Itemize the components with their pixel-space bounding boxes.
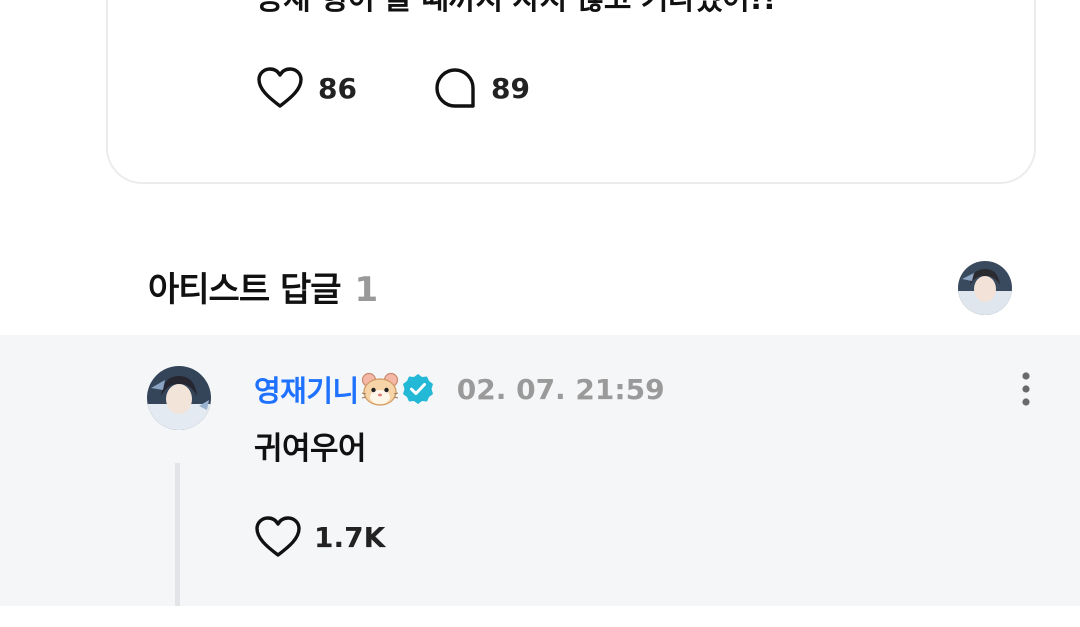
avatar-image [958, 261, 1012, 315]
reply-actions: 1.7K [254, 513, 385, 561]
post-card: 용재 형이 올 때까지 자지 않고 기다렸어!! 86 89 [106, 0, 1036, 184]
section-title: 아티스트 답글 [148, 270, 342, 310]
post-comment-count: 89 [490, 71, 530, 105]
heart-outline-icon [255, 516, 301, 557]
more-options-button[interactable] [1010, 369, 1042, 409]
verified-badge-icon [402, 374, 433, 404]
reply-like-count: 1.7K [314, 520, 386, 554]
thread-line [175, 463, 180, 606]
artist-reply-header: 아티스트 답글 1 [148, 262, 378, 311]
speech-bubble-outline-icon [435, 68, 475, 108]
reply-like-button[interactable]: 1.7K [254, 515, 385, 559]
artist-reply-panel: 영재기니 02. 07. 21:59 귀여우어 1.7K [0, 335, 1080, 606]
post-actions: 86 89 [256, 64, 530, 112]
heart-outline-icon [257, 67, 303, 108]
reply-author-name[interactable]: 영재기니 [254, 368, 359, 410]
artist-avatar[interactable] [958, 261, 1012, 315]
reply-body: 귀여우어 [254, 431, 367, 467]
vertical-ellipsis-icon [1022, 372, 1030, 406]
post-like-button[interactable]: 86 [256, 66, 357, 110]
post-comment-button[interactable]: 89 [433, 66, 530, 110]
reply-author-avatar[interactable] [147, 366, 211, 430]
section-count: 1 [354, 270, 379, 310]
post-like-count: 86 [318, 71, 357, 105]
reply-timestamp: 02. 07. 21:59 [456, 372, 665, 406]
hamster-face-icon [361, 372, 398, 406]
avatar-image [147, 366, 211, 430]
reply-meta: 영재기니 02. 07. 21:59 [254, 367, 665, 411]
post-text: 용재 형이 올 때까지 자지 않고 기다렸어!! [256, 0, 776, 18]
